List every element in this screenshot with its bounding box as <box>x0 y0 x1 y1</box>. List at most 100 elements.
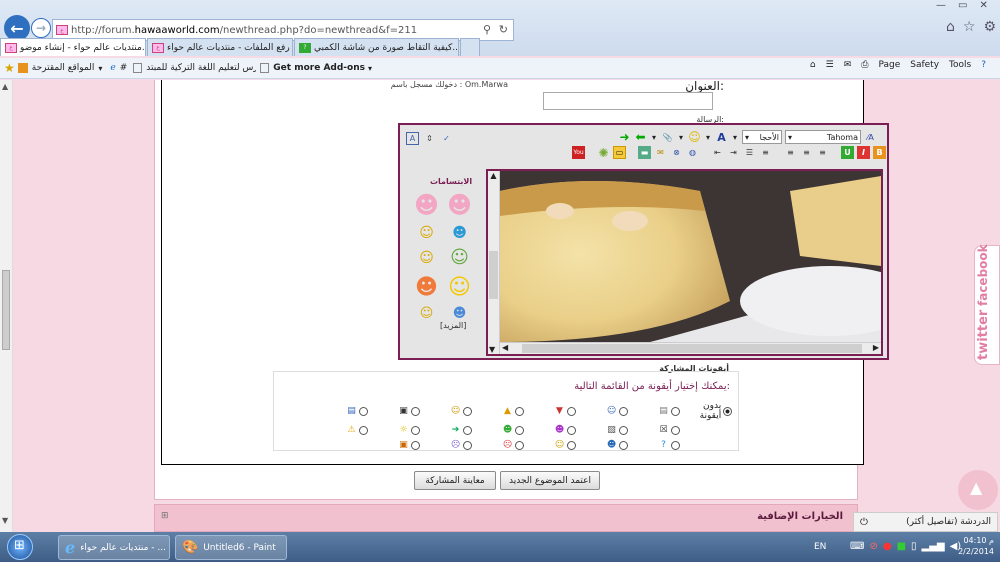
remove-format-icon[interactable]: ⁄A <box>864 131 877 144</box>
smiley-insert-icon[interactable]: ☺ <box>688 130 701 144</box>
radio-button[interactable] <box>619 426 628 435</box>
spellcheck-icon[interactable]: ✓ <box>440 132 453 145</box>
radio-button[interactable] <box>567 426 576 435</box>
tab-file-upload[interactable]: ع نظام رفع الملفات - منتديات عالم حواء <box>147 38 293 56</box>
smiley-girl-icon[interactable]: ☻ <box>414 191 439 219</box>
tab-screenshot-howto[interactable]: ? كيفية التقاط صورة من شاشة الكمبي... <box>294 38 459 56</box>
editor-hscroll-thumb[interactable] <box>522 344 862 353</box>
smiley-tongue-icon[interactable]: ☺ <box>420 306 434 321</box>
radio-button[interactable] <box>567 441 576 450</box>
font-family-select[interactable]: ▾ Tahoma <box>785 130 861 144</box>
preview-post-button[interactable]: معاينة المشاركة <box>414 471 496 490</box>
icon-option[interactable]: ☹ <box>420 440 472 451</box>
scroll-thumb[interactable] <box>2 270 10 350</box>
icon-option[interactable]: ⚠ <box>316 425 368 436</box>
keyboard-icon[interactable]: ⌨ <box>850 541 864 552</box>
resize-icon[interactable]: ⇕ <box>423 132 436 145</box>
page-scrollbar[interactable]: ▲ ▼ <box>0 80 13 532</box>
icon-option-none[interactable]: بدون أيقونة <box>680 401 732 421</box>
title-input[interactable] <box>543 92 713 110</box>
more-smilies-link[interactable]: [المزيد] <box>440 321 466 330</box>
icon-option[interactable] <box>680 425 732 436</box>
signal-icon[interactable]: ▂▄▆ <box>922 541 945 552</box>
scroll-down-icon[interactable]: ▼ <box>489 345 495 354</box>
icon-option[interactable]: ▧ <box>576 425 628 436</box>
security-icon[interactable]: ⊘ <box>869 541 877 552</box>
scroll-up-icon[interactable]: ▲ <box>2 82 8 91</box>
tab-new-thread[interactable]: ع منتديات عالم حواء - إنشاء موضو... <box>0 38 146 56</box>
chevron-down-icon[interactable]: ▾ <box>677 131 685 144</box>
icon-option[interactable]: ☻ <box>524 425 576 436</box>
attachment-icon[interactable]: 📎 <box>661 131 674 144</box>
radio-button[interactable] <box>411 406 420 416</box>
icon-option[interactable]: ☒ <box>628 425 680 436</box>
print-icon[interactable]: ⎙ <box>861 60 868 70</box>
icon-option[interactable]: ☻ <box>576 440 628 451</box>
font-color-icon[interactable]: A <box>715 131 728 144</box>
smiley-glasses-icon[interactable]: ☻ <box>453 306 467 321</box>
home-icon[interactable]: ⌂ <box>810 60 816 70</box>
page-menu[interactable]: Page <box>878 60 900 70</box>
sun-gear-icon[interactable]: ✺ <box>597 146 610 160</box>
favorites-star-icon[interactable]: ★ <box>4 61 15 75</box>
smiley-hijab-icon[interactable]: ☺ <box>450 247 469 268</box>
smiley-cool-icon[interactable]: ☻ <box>452 225 467 241</box>
maximize-icon[interactable]: ▭ <box>958 0 967 11</box>
radio-button[interactable] <box>515 441 524 450</box>
icon-option[interactable]: ➔ <box>420 425 472 436</box>
minimize-icon[interactable]: — <box>936 0 946 11</box>
radio-button[interactable] <box>619 441 628 450</box>
home-icon[interactable]: ⌂ <box>946 19 955 35</box>
globe-icon[interactable]: ◍ <box>686 146 699 159</box>
bullet-list-icon[interactable]: ☰ <box>743 146 756 159</box>
arrow-left-icon[interactable]: ⬅ <box>634 130 647 144</box>
align-left-icon[interactable]: ≡ <box>784 146 797 159</box>
power-icon[interactable]: ⏻ <box>860 517 868 528</box>
refresh-icon[interactable]: ↻ <box>499 23 508 36</box>
image-icon[interactable]: ▬ <box>638 146 651 159</box>
icon-option[interactable]: ☺ <box>420 401 472 421</box>
new-tab-button[interactable] <box>460 38 480 56</box>
language-indicator[interactable]: EN <box>814 542 826 552</box>
mail-icon[interactable]: ✉ <box>844 60 852 70</box>
numbered-list-icon[interactable]: ≡ <box>759 146 772 159</box>
smiley-laugh-icon[interactable]: ☻ <box>415 275 438 300</box>
align-center-icon[interactable]: ≡ <box>800 146 813 159</box>
scroll-down-icon[interactable]: ▼ <box>2 516 8 525</box>
radio-button[interactable] <box>671 406 680 416</box>
icon-option[interactable] <box>316 440 368 451</box>
settings-gear-icon[interactable]: ⚙ <box>983 19 996 35</box>
smiley-smile-icon[interactable]: ☺ <box>419 250 434 266</box>
antivirus-icon[interactable]: ● <box>883 541 892 552</box>
youtube-icon[interactable]: You <box>572 146 585 159</box>
radio-button[interactable] <box>463 406 472 416</box>
editor-vertical-scrollbar[interactable]: ▲ ▼ <box>488 171 500 354</box>
indent-icon[interactable]: ⇥ <box>727 146 740 159</box>
volume-icon[interactable]: ◀) <box>950 541 962 552</box>
radio-button[interactable] <box>359 426 368 435</box>
icon-option[interactable]: ? <box>628 440 680 451</box>
facebook-button[interactable]: facebook <box>976 244 1000 306</box>
icon-option[interactable]: ☺ <box>524 440 576 451</box>
icon-option[interactable]: ▲ <box>472 401 524 421</box>
favorite-get-addons[interactable]: Get more Add-ons <box>273 63 365 73</box>
radio-button[interactable] <box>411 426 420 435</box>
safety-menu[interactable]: Safety <box>910 60 939 70</box>
radio-button[interactable] <box>463 441 472 450</box>
radio-button[interactable] <box>359 406 368 416</box>
help-icon[interactable]: ? <box>981 60 986 70</box>
align-right-icon[interactable]: ≡ <box>816 146 829 159</box>
radio-button[interactable] <box>671 441 680 450</box>
switch-mode-icon[interactable]: A <box>406 132 419 145</box>
icon-option[interactable]: ▤ <box>628 401 680 421</box>
editor-horizontal-scrollbar[interactable]: ◀ ▶ <box>500 342 881 354</box>
icon-option[interactable]: ▤ <box>316 401 368 421</box>
icon-option[interactable]: ☻ <box>472 425 524 436</box>
start-button[interactable]: ⊞ <box>7 534 33 560</box>
favorite-hash[interactable]: # <box>120 63 128 73</box>
outdent-icon[interactable]: ⇤ <box>711 146 724 159</box>
editor-scroll-thumb[interactable] <box>489 251 498 299</box>
rss-icon[interactable]: ☰ <box>826 60 834 70</box>
icon-option[interactable]: ▼ <box>524 401 576 421</box>
extra-options-bar[interactable]: ⊞ الخيارات الإضافية <box>154 504 858 532</box>
